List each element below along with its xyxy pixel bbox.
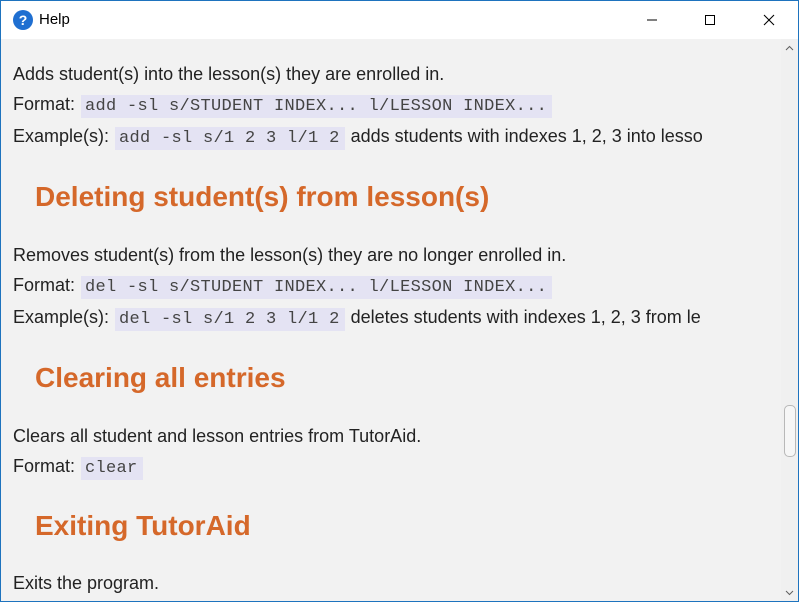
heading-delete-lesson: Deleting student(s) from lesson(s)	[35, 181, 490, 212]
example-text: deletes students with indexes 1, 2, 3 fr…	[350, 307, 701, 327]
format-label: Format:	[13, 456, 76, 476]
minimize-icon	[647, 19, 657, 21]
clear-format: Format: clear	[13, 456, 143, 480]
close-button[interactable]	[740, 1, 798, 39]
format-code: del -sl s/STUDENT INDEX... l/LESSON INDE…	[81, 276, 553, 299]
add-lesson-description: Adds student(s) into the lesson(s) they …	[13, 64, 445, 84]
chevron-down-icon	[785, 590, 794, 595]
example-label: Example(s):	[13, 126, 110, 146]
help-window: ? Help Adds student(s) into the lesson(s…	[0, 0, 799, 602]
maximize-button[interactable]	[681, 1, 739, 39]
add-lesson-example: Example(s): add -sl s/1 2 3 l/1 2 adds stu…	[13, 126, 703, 150]
example-code: add -sl s/1 2 3 l/1 2	[115, 127, 345, 150]
title-bar[interactable]: ? Help	[1, 1, 798, 39]
close-icon	[763, 14, 775, 26]
clear-description: Clears all student and lesson entries fr…	[13, 426, 422, 446]
format-label: Format:	[13, 94, 76, 114]
chevron-up-icon	[785, 45, 794, 50]
minimize-button[interactable]	[623, 1, 681, 39]
heading-exit: Exiting TutorAid	[35, 510, 251, 541]
example-label: Example(s):	[13, 307, 110, 327]
scroll-up-button[interactable]	[781, 39, 798, 56]
format-code: clear	[81, 457, 143, 480]
delete-lesson-format: Format: del -sl s/STUDENT INDEX... l/LESS…	[13, 275, 553, 299]
format-label: Format:	[13, 275, 76, 295]
help-content[interactable]: Adds student(s) into the lesson(s) they …	[1, 39, 781, 601]
scroll-thumb[interactable]	[784, 405, 796, 457]
maximize-icon	[705, 15, 715, 25]
delete-lesson-description: Removes student(s) from the lesson(s) th…	[13, 245, 567, 265]
add-lesson-format: Format: add -sl s/STUDENT INDEX... l/LESS…	[13, 94, 553, 118]
help-question-icon: ?	[13, 10, 33, 30]
exit-description: Exits the program.	[13, 573, 160, 593]
heading-clear: Clearing all entries	[35, 362, 286, 393]
example-text: adds students with indexes 1, 2, 3 into …	[350, 126, 703, 146]
window-title: Help	[39, 11, 70, 28]
delete-lesson-example: Example(s): del -sl s/1 2 3 l/1 2 deletes …	[13, 307, 701, 331]
vertical-scrollbar[interactable]	[781, 39, 798, 601]
format-code: add -sl s/STUDENT INDEX... l/LESSON INDE…	[81, 95, 553, 118]
example-code: del -sl s/1 2 3 l/1 2	[115, 308, 345, 331]
scroll-down-button[interactable]	[781, 584, 798, 601]
